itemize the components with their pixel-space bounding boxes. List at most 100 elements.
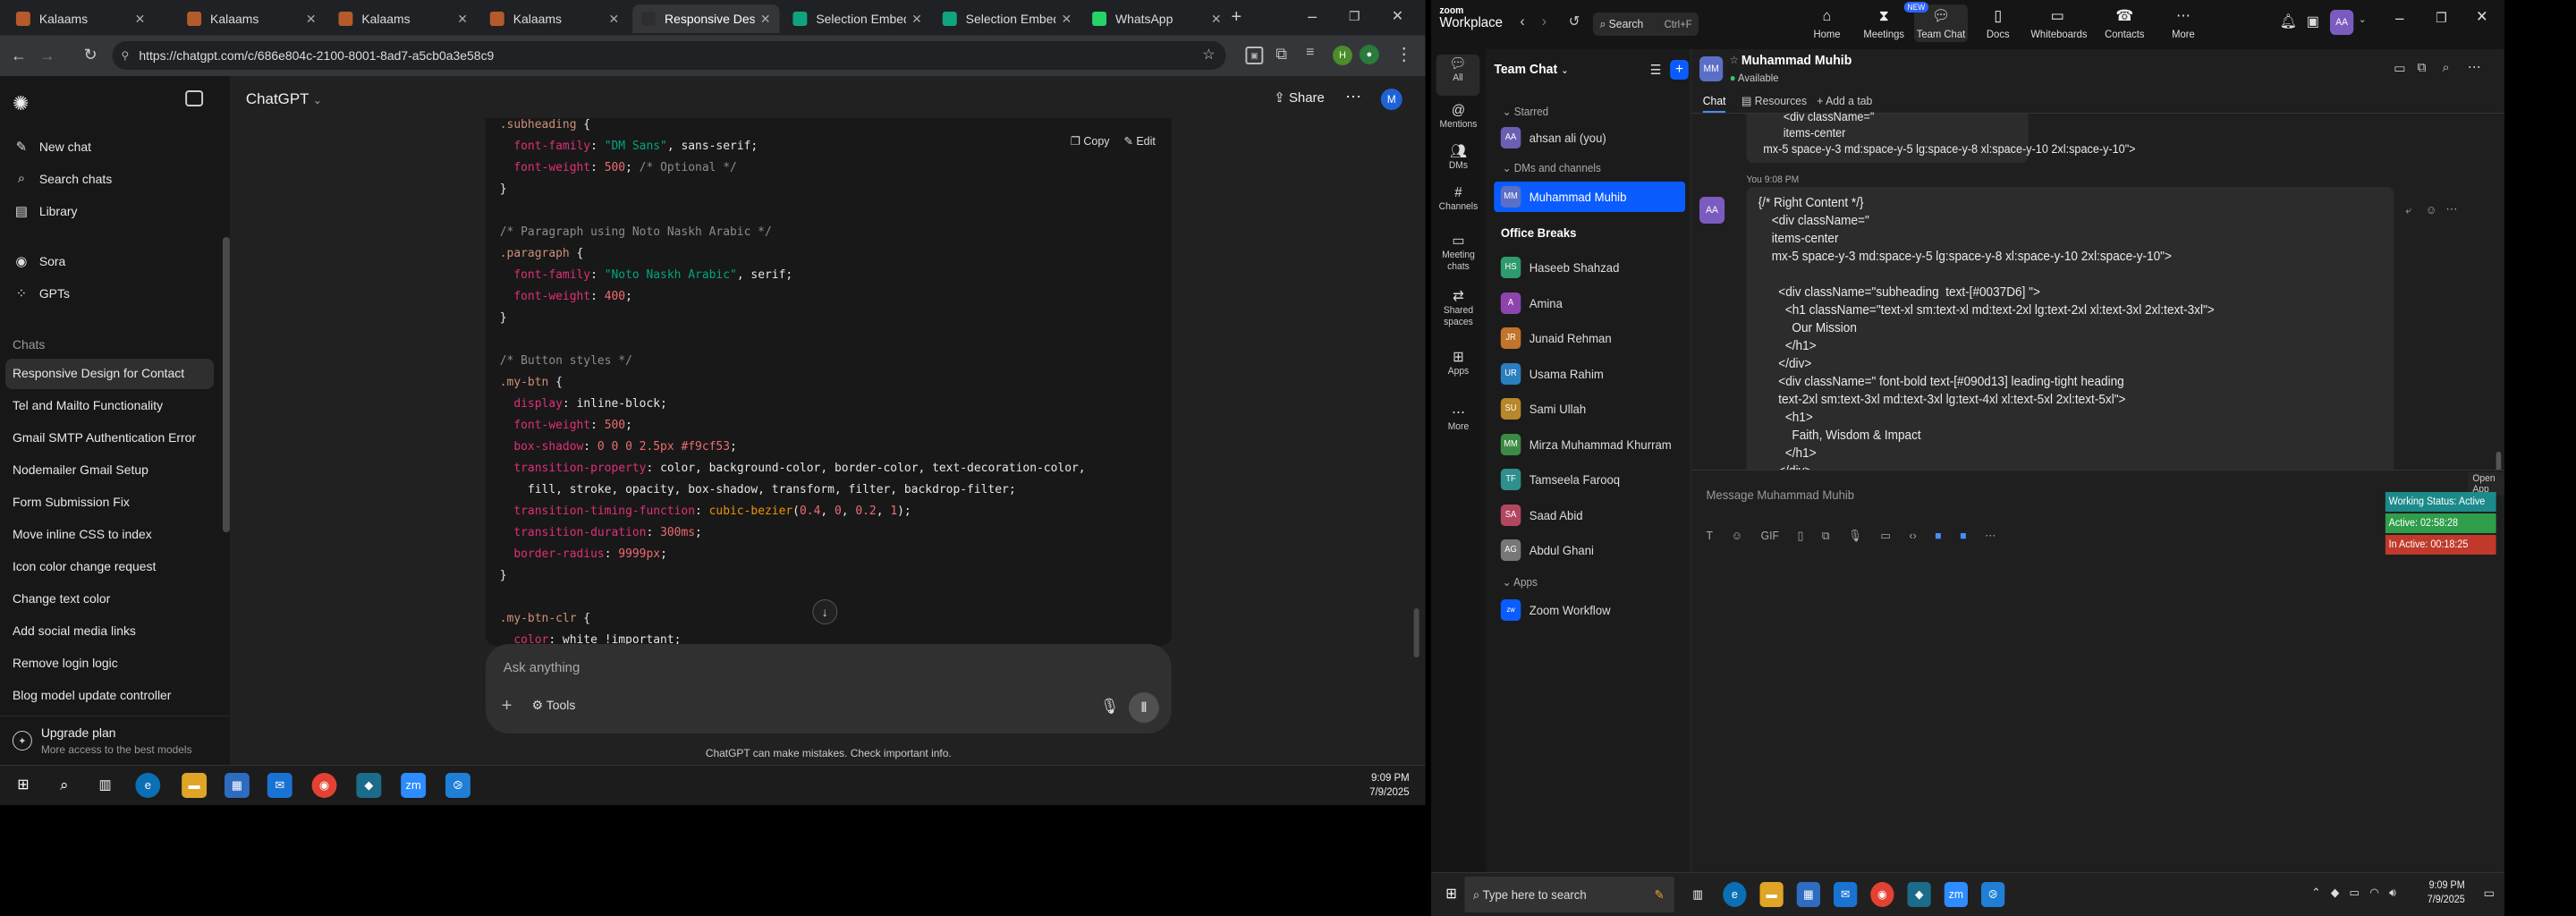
reaction-icon[interactable]: ☺ <box>2426 203 2436 216</box>
nav-contacts[interactable]: ☎ Contacts <box>2097 7 2151 40</box>
chat-history-item[interactable]: Responsive Design for Contact <box>13 366 184 380</box>
rail-item[interactable]: ▭ Meeting chats <box>1431 234 1486 273</box>
close-tab-icon[interactable]: ✕ <box>760 12 771 27</box>
chat-history-item[interactable]: Form Submission Fix <box>13 495 130 509</box>
gif-icon[interactable]: GIF <box>1761 529 1779 543</box>
zoom-icon[interactable]: zm <box>1944 882 1968 907</box>
file-explorer-icon[interactable]: ▬ <box>182 773 208 798</box>
contact-item[interactable]: AG Abdul Ghani <box>1494 535 1685 565</box>
format-text-icon[interactable]: T <box>1707 529 1713 543</box>
vscode-icon[interactable]: ⧁ <box>1981 882 2005 907</box>
network-icon[interactable]: ◠ <box>2369 886 2379 900</box>
user-avatar[interactable]: AA <box>2330 10 2354 35</box>
apps-panel-icon[interactable]: ▣ <box>2307 13 2319 30</box>
tab-resources[interactable]: ▤ Resources <box>1741 94 1807 108</box>
starred-section[interactable]: ⌄ Starred <box>1503 105 1549 118</box>
media-icon[interactable]: ≡ <box>1306 45 1314 61</box>
volume-icon[interactable]: 🔊︎ <box>2389 886 2396 900</box>
contact-self[interactable]: AA ahsan ali (you) <box>1494 123 1685 153</box>
extension-icon[interactable]: ▣ <box>1245 47 1264 64</box>
mail-icon[interactable]: ✉ <box>1834 882 1858 907</box>
edge-icon[interactable]: e <box>1723 882 1747 907</box>
filter-icon[interactable]: ☰ <box>1650 62 1662 78</box>
edge-icon[interactable]: e <box>135 773 161 798</box>
team-chat-title[interactable]: Team Chat ⌄ <box>1494 62 1568 77</box>
new-tab-icon[interactable]: + <box>1231 7 1241 28</box>
chat-history-item[interactable]: Add social media links <box>13 623 136 638</box>
browser-tab[interactable]: Selection Embed ✕ <box>934 4 1080 33</box>
back-icon[interactable]: ← <box>11 47 27 65</box>
rail-item[interactable]: ⋯ More <box>1431 406 1486 433</box>
code-snippet-icon[interactable]: ‹› <box>1910 529 1917 543</box>
zoom-icon[interactable]: zm <box>401 773 427 798</box>
restore-icon[interactable]: ❐ <box>1349 9 1360 24</box>
nav-docs[interactable]: ▯ Docs <box>1971 7 2025 40</box>
more-icon[interactable]: ⋯ <box>2468 58 2481 76</box>
add-tab-button[interactable]: + Add a tab <box>1817 94 1872 107</box>
browser-tab[interactable]: Selection Embed ✕ <box>784 4 930 33</box>
message-more-icon[interactable]: ⋯ <box>2445 201 2457 216</box>
taskbar-search[interactable]: ⌕ Type here to search ✎ <box>1464 877 1674 912</box>
contact-item[interactable]: MM Mirza Muhammad Khurram <box>1494 429 1685 460</box>
screen-share-icon[interactable]: ⧉ <box>2418 60 2427 75</box>
more-options-icon[interactable]: ⋯ <box>1345 88 1361 106</box>
windows-start-icon[interactable]: ⊞ <box>1439 882 1462 907</box>
sidebar-scrollbar[interactable] <box>223 237 230 532</box>
forward-icon[interactable]: › <box>1542 13 1546 30</box>
contact-item[interactable]: UR Usama Rahim <box>1494 359 1685 389</box>
star-icon[interactable]: ☆ <box>1730 54 1739 66</box>
reply-icon[interactable]: ⤶ <box>2405 203 2411 217</box>
composer-placeholder[interactable]: Ask anything <box>504 660 580 675</box>
restore-icon[interactable]: ❐ <box>2436 10 2447 26</box>
file-explorer-icon[interactable]: ▬ <box>1759 882 1784 907</box>
contact-item[interactable]: SA Saad Abid <box>1494 500 1685 530</box>
history-icon[interactable]: ↺ <box>1569 13 1580 30</box>
nav-meetings[interactable]: ⧗ Meetings <box>1857 7 1911 40</box>
app-icon[interactable]: ◆ <box>356 773 382 798</box>
search-icon[interactable]: ⌕ <box>52 773 77 798</box>
rail-item[interactable]: 👥︎ DMs <box>1431 145 1486 172</box>
app-tray-icon[interactable]: ◆ <box>2331 886 2339 900</box>
copy-code-button[interactable]: ❐ Copy <box>1071 134 1110 148</box>
gpts-button[interactable]: ⁘ GPTs <box>13 285 70 301</box>
back-icon[interactable]: ‹ <box>1520 13 1524 30</box>
file-icon[interactable]: ▯ <box>1798 529 1804 543</box>
chat-history-item[interactable]: Icon color change request <box>13 559 156 573</box>
screenshot-icon[interactable]: ⧉ <box>1822 529 1830 543</box>
dms-section[interactable]: ⌄ DMs and channels <box>1503 161 1601 174</box>
forward-icon[interactable]: → <box>39 47 55 65</box>
microphone-icon[interactable]: 🎙︎ <box>1100 698 1120 716</box>
message-input[interactable]: Message Muhammad Muhib <box>1707 488 1855 502</box>
more-icon[interactable]: ⋯ <box>1985 529 1996 543</box>
tab-chat[interactable]: Chat <box>1702 94 1726 113</box>
task-view-icon[interactable]: ▥ <box>93 773 118 798</box>
mic-icon[interactable]: 🎙︎ <box>1848 529 1861 543</box>
search-icon[interactable]: ⌕ <box>2443 60 2450 75</box>
contact-item[interactable]: Office Breaks <box>1494 217 1685 248</box>
model-selector[interactable]: ChatGPT ⌄ <box>246 90 322 108</box>
app-icon[interactable]: ■ <box>1960 529 1966 543</box>
address-bar[interactable]: ⚲ https://chatgpt.com/c/686e804c-2100-80… <box>112 41 1226 70</box>
edit-code-button[interactable]: ✎ Edit <box>1123 134 1155 148</box>
battery-icon[interactable]: ▭ <box>2349 886 2360 900</box>
video-call-icon[interactable]: ▭ <box>2394 60 2405 76</box>
app-icon[interactable]: ■ <box>1935 529 1941 543</box>
notifications-bell-icon[interactable]: 🔔︎ <box>2280 13 2297 30</box>
browser-tab[interactable]: WhatsApp ✕ <box>1083 4 1230 33</box>
scroll-down-button[interactable]: ↓ <box>812 599 838 624</box>
bookmark-star-icon[interactable]: ☆ <box>1202 41 1215 70</box>
minimize-icon[interactable]: – <box>2395 9 2403 28</box>
chrome-icon[interactable]: ◉ <box>311 773 337 798</box>
message-composer[interactable]: Ask anything + ⚙ Tools 🎙︎ ⦀ <box>485 644 1172 734</box>
tools-button[interactable]: ⚙ Tools <box>532 698 576 713</box>
browser-tab[interactable]: Kalaams ✕ <box>481 4 628 33</box>
contact-item[interactable]: MM Muhammad Muhib <box>1494 182 1686 212</box>
close-tab-icon[interactable]: ✕ <box>911 12 922 27</box>
windows-start-icon[interactable]: ⊞ <box>11 773 36 798</box>
account-icon[interactable]: ● <box>1359 45 1379 64</box>
reload-icon[interactable]: ↻ <box>84 46 97 64</box>
upgrade-plan-button[interactable]: ✦ Upgrade plan More access to the best m… <box>0 716 230 769</box>
vscode-icon[interactable]: ⧁ <box>445 773 470 798</box>
close-tab-icon[interactable]: ✕ <box>609 12 620 27</box>
library-button[interactable]: ▤ Library <box>13 203 78 219</box>
